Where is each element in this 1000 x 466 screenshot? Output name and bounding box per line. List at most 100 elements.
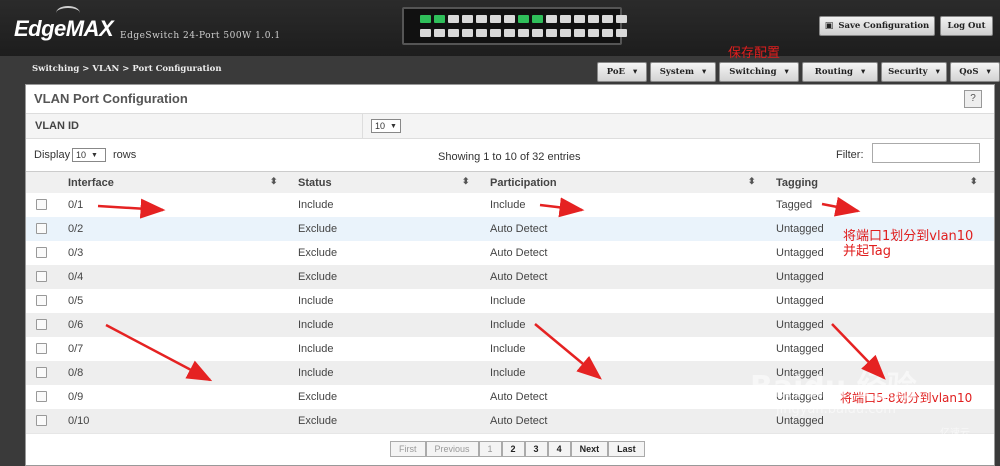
row-checkbox[interactable] [36, 415, 47, 426]
pager-button-4[interactable]: 4 [547, 441, 571, 457]
table-row[interactable]: 0/4 Exclude Auto Detect Untagged [26, 265, 994, 290]
table-row[interactable]: 0/6 Include Include Untagged [26, 313, 994, 338]
cell-participation[interactable]: Auto Detect [490, 271, 547, 283]
switch-port-top[interactable] [588, 15, 599, 23]
cell-participation[interactable]: Include [490, 199, 525, 211]
cell-participation[interactable]: Auto Detect [490, 223, 547, 235]
cell-tagging[interactable]: Untagged [776, 295, 824, 307]
switch-port-bottom[interactable] [448, 29, 459, 37]
breadcrumb-switching[interactable]: Switching [32, 64, 79, 74]
switch-port-top[interactable] [560, 15, 571, 23]
table-row[interactable]: 0/1 Include Include Tagged [26, 193, 994, 218]
cell-tagging[interactable]: Untagged [776, 223, 824, 235]
pager-button-first[interactable]: First [390, 441, 426, 457]
table-header: Interface ⬍ Status ⬍ Participation ⬍ Tag… [26, 171, 994, 195]
menu-security[interactable]: Security ▾ [881, 62, 947, 82]
row-checkbox[interactable] [36, 343, 47, 354]
switch-port-top[interactable] [504, 15, 515, 23]
switch-port-bottom[interactable] [476, 29, 487, 37]
switch-port-top[interactable] [420, 15, 431, 23]
switch-port-bottom[interactable] [588, 29, 599, 37]
col-interface[interactable]: Interface [68, 177, 114, 189]
menu-system[interactable]: System ▾ [650, 62, 716, 82]
cell-tagging[interactable]: Untagged [776, 319, 824, 331]
pager-button-last[interactable]: Last [608, 441, 645, 457]
sort-icon[interactable]: ⬍ [748, 176, 756, 187]
switch-port-top[interactable] [532, 15, 543, 23]
rows-per-page-select[interactable]: 10 ▼ [72, 148, 106, 162]
switch-port-bottom[interactable] [532, 29, 543, 37]
switch-port-bottom[interactable] [616, 29, 627, 37]
display-label: Display [34, 149, 71, 161]
col-status[interactable]: Status [298, 177, 332, 189]
pager-button-3[interactable]: 3 [524, 441, 548, 457]
table-row[interactable]: 0/5 Include Include Untagged [26, 289, 994, 314]
row-checkbox[interactable] [36, 367, 47, 378]
switch-port-bottom[interactable] [504, 29, 515, 37]
cell-tagging[interactable]: Untagged [776, 343, 824, 355]
row-checkbox[interactable] [36, 319, 47, 330]
switch-port-bottom[interactable] [434, 29, 445, 37]
switch-port-top[interactable] [616, 15, 627, 23]
cell-status: Exclude [298, 223, 338, 235]
menu-routing[interactable]: Routing ▾ [802, 62, 878, 82]
switch-port-bottom[interactable] [490, 29, 501, 37]
cell-participation[interactable]: Include [490, 343, 525, 355]
corner-watermark: 亿速云 [940, 428, 970, 439]
switch-port-bottom[interactable] [518, 29, 529, 37]
filter-input[interactable] [872, 143, 980, 163]
switch-port-top[interactable] [602, 15, 613, 23]
cell-tagging[interactable]: Untagged [776, 271, 824, 283]
help-icon[interactable]: ? [964, 90, 982, 108]
vlan-id-select[interactable]: 10 ▼ [371, 119, 401, 133]
pager-button-previous[interactable]: Previous [425, 441, 479, 457]
menu-poe[interactable]: PoE ▾ [597, 62, 647, 82]
menu-switching[interactable]: Switching ▾ [719, 62, 799, 82]
switch-port-bottom[interactable] [546, 29, 557, 37]
save-configuration-button[interactable]: ▣ Save Configuration [819, 16, 935, 36]
switch-port-bottom[interactable] [560, 29, 571, 37]
cell-participation[interactable]: Auto Detect [490, 247, 547, 259]
col-participation[interactable]: Participation [490, 177, 557, 189]
switch-port-top[interactable] [448, 15, 459, 23]
col-tagging[interactable]: Tagging [776, 177, 818, 189]
cell-interface: 0/9 [68, 391, 84, 403]
cell-participation[interactable]: Include [490, 319, 525, 331]
pager-button-next[interactable]: Next [570, 441, 609, 457]
row-checkbox[interactable] [36, 271, 47, 282]
switch-port-top[interactable] [518, 15, 529, 23]
switch-port-top[interactable] [490, 15, 501, 23]
switch-port-bottom[interactable] [602, 29, 613, 37]
table-row[interactable]: 0/7 Include Include Untagged [26, 337, 994, 362]
switch-port-top[interactable] [546, 15, 557, 23]
baidu-watermark: Baidu 经验 [750, 370, 917, 405]
cell-status: Include [298, 319, 334, 331]
cell-participation[interactable]: Include [490, 367, 525, 379]
menu-qos[interactable]: QoS ▾ [950, 62, 1000, 82]
switch-port-bottom[interactable] [420, 29, 431, 37]
switch-port-top[interactable] [462, 15, 473, 23]
row-checkbox[interactable] [36, 247, 47, 258]
breadcrumb-vlan[interactable]: VLAN [92, 64, 119, 74]
switch-port-panel[interactable] [402, 7, 627, 45]
sort-icon[interactable]: ⬍ [270, 176, 278, 187]
pager-button-2[interactable]: 2 [501, 441, 525, 457]
cell-participation[interactable]: Auto Detect [490, 391, 547, 403]
switch-port-bottom[interactable] [462, 29, 473, 37]
row-checkbox[interactable] [36, 223, 47, 234]
pager-button-1[interactable]: 1 [478, 441, 502, 457]
row-checkbox[interactable] [36, 199, 47, 210]
log-out-button[interactable]: Log Out [940, 16, 993, 36]
sort-icon[interactable]: ⬍ [462, 176, 470, 187]
switch-port-bottom[interactable] [574, 29, 585, 37]
cell-tagging[interactable]: Tagged [776, 199, 812, 211]
switch-port-top[interactable] [574, 15, 585, 23]
switch-port-top[interactable] [434, 15, 445, 23]
row-checkbox[interactable] [36, 391, 47, 402]
cell-participation[interactable]: Include [490, 295, 525, 307]
cell-tagging[interactable]: Untagged [776, 247, 824, 259]
row-checkbox[interactable] [36, 295, 47, 306]
switch-port-top[interactable] [476, 15, 487, 23]
sort-icon[interactable]: ⬍ [970, 176, 978, 187]
cell-participation[interactable]: Auto Detect [490, 415, 547, 427]
